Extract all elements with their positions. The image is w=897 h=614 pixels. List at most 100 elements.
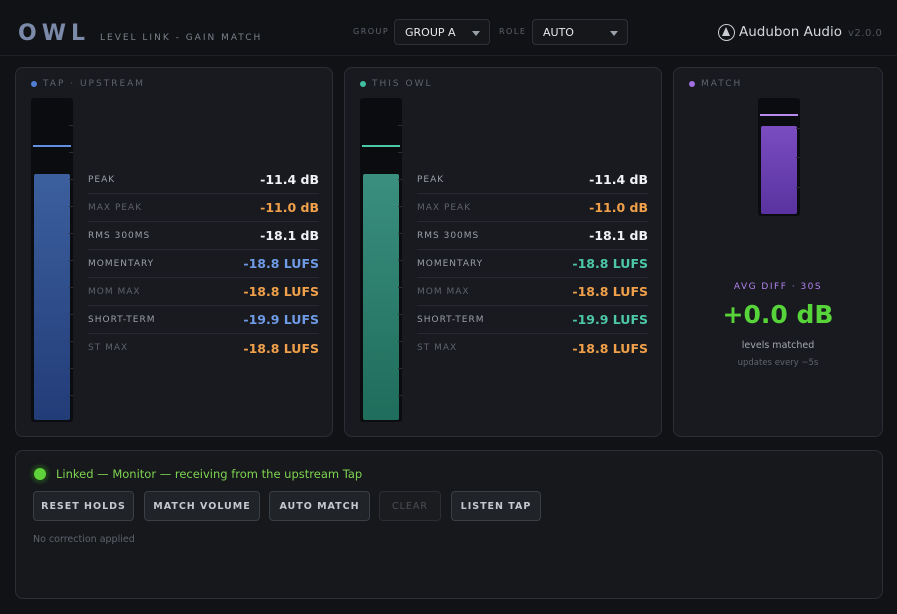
match-panel-title: MATCH — [689, 79, 742, 89]
chevron-down-icon — [610, 31, 618, 36]
owl-plugin-window: OWL LEVEL LINK - GAIN MATCH GROUP GROUP … — [0, 0, 897, 614]
control-bar: Linked — Monitor — receiving from the up… — [15, 450, 883, 599]
stat-value: -18.1 dB — [589, 228, 648, 243]
stat-label: MOM MAX — [88, 286, 141, 297]
stat-label: ST MAX — [417, 343, 458, 353]
stat-label: SHORT-TERM — [417, 314, 485, 325]
auto-match-button[interactable]: AUTO MATCH — [269, 491, 370, 521]
this-owl-indicator-dot — [360, 81, 366, 87]
this-owl-meter-fill — [363, 174, 399, 420]
meter-tick — [796, 157, 800, 158]
match-meter — [758, 98, 800, 216]
stat-row: MOM MAX -18.8 LUFS — [88, 278, 319, 306]
match-meter-fill — [761, 126, 797, 214]
upstream-stats: PEAK -11.4 dB MAX PEAK -11.0 dB RMS 300MS -18… — [88, 166, 319, 362]
role-select[interactable]: AUTO — [532, 19, 628, 45]
meter-tick — [69, 314, 73, 315]
stat-row: MAX PEAK -11.0 dB — [417, 194, 648, 222]
stat-label: PEAK — [417, 174, 445, 185]
stat-row: ST MAX -18.8 LUFS — [88, 334, 319, 362]
meter-tick — [398, 125, 402, 126]
stat-row: RMS 300MS -18.1 dB — [88, 222, 319, 250]
reset-holds-button[interactable]: RESET HOLDS — [33, 491, 134, 521]
header-bar: OWL LEVEL LINK - GAIN MATCH GROUP GROUP … — [0, 0, 897, 56]
upstream-meter-fill — [34, 174, 70, 420]
link-status: Linked — Monitor — receiving from the up… — [34, 467, 362, 481]
upstream-level-meter — [31, 98, 73, 422]
group-select[interactable]: GROUP A — [394, 19, 490, 45]
stat-label: MAX PEAK — [88, 202, 143, 213]
meter-tick — [69, 287, 73, 288]
upstream-indicator-dot — [31, 81, 37, 87]
stat-value: -18.8 LUFS — [572, 256, 648, 271]
match-peak-hold — [760, 114, 798, 116]
stat-label: RMS 300MS — [88, 230, 151, 241]
meter-tick — [398, 368, 402, 369]
role-select-value: AUTO — [543, 26, 574, 39]
version-label: v2.0.0 — [848, 28, 883, 39]
group-label: GROUP — [353, 27, 390, 36]
correction-status: No correction applied — [33, 534, 135, 545]
stat-label: PEAK — [88, 174, 116, 185]
stat-label: ST MAX — [88, 343, 129, 353]
this-owl-title-text: THIS OWL — [372, 79, 433, 89]
group-select-value: GROUP A — [405, 26, 456, 39]
meter-tick — [796, 128, 800, 129]
upstream-panel: TAP · UPSTREAM PEAK -11.4 dB MAX PEAK -11.0… — [15, 67, 333, 437]
meter-tick — [69, 125, 73, 126]
chevron-down-icon — [472, 31, 480, 36]
stat-row: SHORT-TERM -19.9 LUFS — [88, 306, 319, 334]
meter-scale — [398, 98, 402, 422]
stat-row: MOMENTARY -18.8 LUFS — [417, 250, 648, 278]
owl-logo: OWL — [18, 21, 90, 46]
meter-tick — [796, 187, 800, 188]
match-title-text: MATCH — [701, 79, 743, 89]
meter-tick — [398, 233, 402, 234]
audubon-logo-icon — [718, 23, 735, 41]
this-owl-peak-hold — [362, 145, 400, 147]
clear-button[interactable]: CLEAR — [379, 491, 441, 521]
listen-tap-button[interactable]: LISTEN TAP — [451, 491, 541, 521]
this-owl-panel: THIS OWL PEAK -11.4 dB MAX PEAK -11.0 dB RMS… — [344, 67, 662, 437]
upstream-peak-hold — [33, 145, 71, 147]
stat-value: -18.1 dB — [260, 228, 319, 243]
stat-label: MOMENTARY — [417, 258, 484, 269]
meter-tick — [398, 341, 402, 342]
this-owl-level-meter — [360, 98, 402, 422]
avg-diff-label: AVG DIFF · 30S — [733, 282, 823, 292]
stat-row: RMS 300MS -18.1 dB — [417, 222, 648, 250]
upstream-title-text: TAP · UPSTREAM — [43, 79, 146, 89]
plugin-subtitle: LEVEL LINK - GAIN MATCH — [100, 33, 263, 43]
stat-value: -19.9 LUFS — [243, 312, 319, 327]
stat-row: MAX PEAK -11.0 dB — [88, 194, 319, 222]
stat-row: MOM MAX -18.8 LUFS — [417, 278, 648, 306]
stat-value: -18.8 LUFS — [243, 256, 319, 271]
stat-row: PEAK -11.4 dB — [88, 166, 319, 194]
meter-tick — [398, 314, 402, 315]
link-led-icon — [34, 468, 46, 480]
stat-value: -18.8 LUFS — [572, 340, 648, 356]
meter-tick — [398, 152, 402, 153]
meter-tick — [398, 260, 402, 261]
stat-label: RMS 300MS — [417, 230, 480, 241]
stat-label: SHORT-TERM — [88, 314, 156, 325]
stat-value: -18.8 LUFS — [243, 284, 319, 299]
stat-label: MAX PEAK — [417, 202, 472, 213]
stat-value: -11.4 dB — [589, 172, 648, 187]
meter-tick — [69, 179, 73, 180]
meter-scale — [796, 98, 800, 216]
meter-tick — [69, 368, 73, 369]
stat-row: ST MAX -18.8 LUFS — [417, 334, 648, 362]
match-volume-button[interactable]: MATCH VOLUME — [144, 491, 260, 521]
meter-tick — [69, 395, 73, 396]
meter-tick — [398, 395, 402, 396]
stat-row: PEAK -11.4 dB — [417, 166, 648, 194]
link-status-text: Linked — Monitor — receiving from the up… — [56, 467, 363, 481]
this-owl-stats: PEAK -11.4 dB MAX PEAK -11.0 dB RMS 300MS -18… — [417, 166, 648, 362]
stat-row: SHORT-TERM -19.9 LUFS — [417, 306, 648, 334]
stat-value: -19.9 LUFS — [572, 312, 648, 327]
stat-value: -11.4 dB — [260, 172, 319, 187]
meter-tick — [69, 233, 73, 234]
stat-row: MOMENTARY -18.8 LUFS — [88, 250, 319, 278]
meter-tick — [69, 341, 73, 342]
